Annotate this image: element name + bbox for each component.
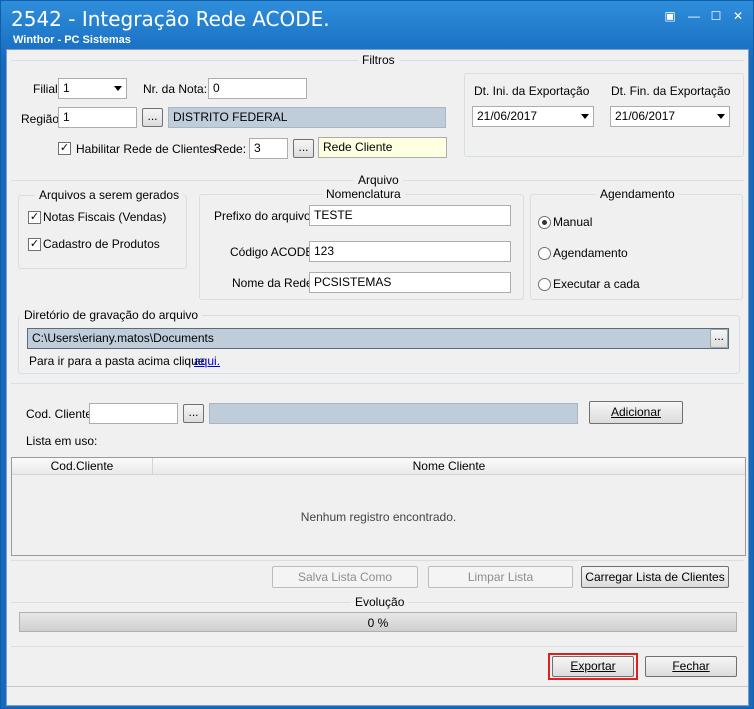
habilitar-label: Habilitar Rede de Clientes <box>76 142 216 156</box>
carregar-lista-button[interactable]: Carregar Lista de Clientes <box>581 566 729 588</box>
gerados-legend: Arquivos a serem gerados <box>35 188 184 202</box>
fechar-button[interactable]: Fechar <box>645 656 737 677</box>
regiao-browse-button[interactable]: ... <box>142 108 163 127</box>
executar-label: Executar a cada <box>553 277 640 291</box>
cod-cliente-input[interactable] <box>89 403 178 424</box>
nome-rede-input[interactable]: PCSISTEMAS <box>309 272 511 293</box>
chevron-down-icon <box>114 86 122 91</box>
application-window: 2542 - Integração Rede ACODE. Winthor - … <box>0 0 754 709</box>
close-icon[interactable]: ✕ <box>729 9 747 23</box>
buttons-separator <box>11 560 744 561</box>
nr-nota-input[interactable]: 0 <box>208 78 307 99</box>
dt-ini-select[interactable]: 21/06/2017 <box>472 106 594 127</box>
filtros-legend: Filtros <box>358 53 399 67</box>
maximize-icon[interactable]: ☐ <box>707 9 725 23</box>
nomenclatura-legend: Nomenclatura <box>322 187 405 201</box>
restore-icon[interactable]: ▣ <box>661 9 679 23</box>
notas-label: Notas Fiscais (Vendas) <box>43 210 167 224</box>
empty-message: Nenhum registro encontrado. <box>300 510 457 524</box>
adicionar-button[interactable]: Adicionar <box>589 401 683 424</box>
habilitar-checkbox[interactable]: ✓ <box>58 142 71 155</box>
window-title: 2542 - Integração Rede ACODE. <box>11 7 330 31</box>
title-bar: 2542 - Integração Rede ACODE. Winthor - … <box>1 1 753 51</box>
dt-ini-label: Dt. Ini. da Exportação <box>474 84 590 98</box>
regiao-description: DISTRITO FEDERAL <box>168 107 446 128</box>
evolucao-legend: Evolução <box>351 595 409 609</box>
prefixo-input[interactable]: TESTE <box>309 205 511 226</box>
column-header-cod[interactable]: Cod.Cliente <box>12 458 153 475</box>
hint-text: Para ir para a pasta acima clique <box>29 354 205 368</box>
rede-label: Rede: <box>214 142 247 156</box>
window-subtitle: Winthor - PC Sistemas <box>13 34 131 46</box>
chevron-down-icon <box>717 114 725 119</box>
executar-radio[interactable] <box>538 278 551 291</box>
rede-input[interactable]: 3 <box>249 138 288 159</box>
progress-text: 0 % <box>367 616 389 630</box>
clientes-table: Cod.Cliente Nome Cliente Nenhum registro… <box>11 457 746 556</box>
dt-fin-select[interactable]: 21/06/2017 <box>610 106 730 127</box>
cadastro-checkbox[interactable]: ✓ <box>28 238 41 251</box>
rede-browse-button[interactable]: ... <box>293 139 314 158</box>
diretorio-input[interactable]: C:\Users\eriany.matos\Documents <box>27 328 729 349</box>
column-header-nome[interactable]: Nome Cliente <box>153 458 745 475</box>
agendamento-legend: Agendamento <box>596 187 679 201</box>
cliente-separator <box>11 383 744 384</box>
agendamento-label: Agendamento <box>553 246 628 260</box>
cadastro-label: Cadastro de Produtos <box>43 237 160 251</box>
diretorio-legend: Diretório de gravação do arquivo <box>20 308 203 322</box>
status-bar <box>7 686 748 705</box>
cliente-browse-button[interactable]: ... <box>183 404 204 423</box>
prefixo-label: Prefixo do arquivo: <box>214 209 315 223</box>
diretorio-link[interactable]: aqui. <box>194 354 220 368</box>
chevron-down-icon <box>581 114 589 119</box>
notas-checkbox[interactable]: ✓ <box>28 211 41 224</box>
minimize-icon[interactable]: — <box>685 9 703 23</box>
salva-lista-button[interactable]: Salva Lista Como <box>272 566 418 588</box>
progress-bar: 0 % <box>19 612 737 632</box>
manual-label: Manual <box>553 215 593 229</box>
manual-radio[interactable] <box>538 216 551 229</box>
diretorio-browse-button[interactable]: ... <box>710 329 728 348</box>
gerados-group <box>18 195 187 269</box>
nome-rede-label: Nome da Rede: <box>232 276 317 290</box>
agendamento-radio[interactable] <box>538 247 551 260</box>
codigo-input[interactable]: 123 <box>309 241 511 262</box>
arquivo-legend: Arquivo <box>354 173 403 187</box>
footer-separator <box>11 646 744 647</box>
rede-description: Rede Cliente <box>318 137 447 158</box>
regiao-label: Região <box>21 112 60 126</box>
exportar-button[interactable]: Exportar <box>552 656 634 677</box>
table-header: Cod.Cliente Nome Cliente <box>12 458 745 475</box>
lista-label: Lista em uso: <box>26 434 98 448</box>
client-area: Filtros Filial 1 Nr. da Nota: 0 Região 1… <box>6 49 749 706</box>
dt-ini-value: 21/06/2017 <box>477 109 538 123</box>
dt-fin-value: 21/06/2017 <box>615 109 676 123</box>
dt-fin-label: Dt. Fin. da Exportação <box>611 84 731 98</box>
filial-value: 1 <box>63 81 70 95</box>
filial-label: Filial <box>33 82 58 96</box>
cod-cliente-label: Cod. Cliente <box>26 407 93 421</box>
limpar-lista-button[interactable]: Limpar Lista <box>428 566 573 588</box>
regiao-input[interactable]: 1 <box>58 107 137 128</box>
nr-nota-label: Nr. da Nota: <box>143 82 208 96</box>
codigo-label: Código ACODE: <box>230 245 317 259</box>
filial-select[interactable]: 1 <box>58 78 127 99</box>
cliente-description <box>209 403 578 424</box>
